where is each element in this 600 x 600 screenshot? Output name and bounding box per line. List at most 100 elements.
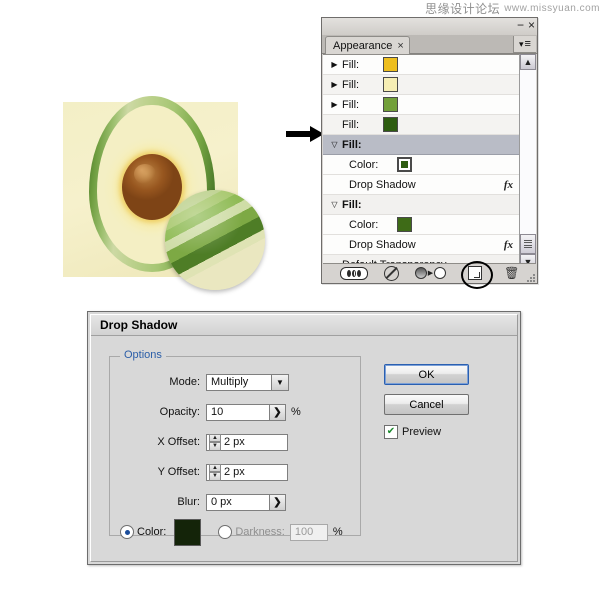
options-group: Options Mode: Multiply ▼ Opacity: 10 ❯ %…	[109, 349, 362, 546]
scroll-up-icon[interactable]: ▲	[520, 54, 536, 70]
fill-color-swatch[interactable]	[383, 97, 398, 112]
pointer-arrow-icon	[286, 126, 326, 142]
appearance-row-drop-shadow-2[interactable]: Drop Shadow fx	[323, 235, 519, 255]
opacity-input[interactable]: 10	[206, 403, 270, 421]
disclosure-triangle-icon[interactable]: ▶	[329, 59, 340, 70]
blur-field-row: Blur: 0 px ❯	[110, 491, 362, 513]
trash-icon[interactable]: 🗑	[504, 266, 519, 280]
opacity-input-group[interactable]: 10 ❯	[206, 403, 286, 421]
resize-grip-icon[interactable]	[527, 274, 535, 282]
disclosure-triangle-icon[interactable]: ▶	[329, 99, 340, 110]
row-label: Color:	[349, 158, 379, 171]
ok-button[interactable]: OK	[384, 364, 469, 385]
x-offset-value: 2 px	[224, 436, 245, 448]
appearance-row-fill-6[interactable]: ▽ Fill:	[323, 195, 519, 215]
panel-tab-row: Appearance × ▾ ≡	[322, 35, 537, 54]
blur-input-group[interactable]: 0 px ❯	[206, 493, 286, 511]
appearance-panel: − × Appearance × ▾ ≡ ▶ Fill: ▶ Fill: ▶ F…	[321, 17, 538, 289]
row-label: Fill:	[342, 98, 360, 111]
appearance-list[interactable]: ▶ Fill: ▶ Fill: ▶ Fill: ▶ Fill:	[323, 54, 519, 271]
darkness-radio[interactable]	[218, 525, 233, 539]
panel-titlebar: − ×	[322, 18, 537, 36]
fill-color-swatch[interactable]	[383, 57, 398, 72]
appearance-row-drop-shadow-1[interactable]: Drop Shadow fx	[323, 175, 519, 195]
fill-color-swatch[interactable]	[383, 77, 398, 92]
mode-label: Mode:	[169, 376, 200, 388]
blur-input[interactable]: 0 px	[206, 493, 270, 511]
preview-checkbox[interactable]: ✔	[384, 425, 398, 439]
y-offset-label: Y Offset:	[157, 466, 200, 478]
stepper-down-icon[interactable]: ▼	[209, 442, 221, 451]
drop-shadow-dialog: Drop Shadow Options Mode: Multiply ▼ Opa…	[87, 311, 521, 565]
panel-scrollbar[interactable]: ▲ ▼	[519, 54, 536, 270]
watermark: 思缘设计论坛 www.missyuan.com	[396, 0, 600, 16]
disclosure-triangle-open-icon[interactable]: ▽	[329, 199, 340, 210]
blur-label: Blur:	[177, 496, 200, 508]
color-radio[interactable]	[120, 525, 134, 539]
tab-close-icon[interactable]: ×	[397, 40, 403, 52]
preview-checkbox-row[interactable]: ✔ Preview	[384, 425, 441, 439]
y-offset-input[interactable]: ▲ ▼ 2 px	[206, 463, 288, 481]
mode-dropdown[interactable]: Multiply ▼	[206, 373, 289, 391]
x-offset-label: X Offset:	[157, 436, 200, 448]
shadow-color-swatch[interactable]	[174, 518, 202, 546]
new-art-maintains-appearance-icon[interactable]	[461, 261, 494, 289]
opacity-label: Opacity:	[159, 406, 200, 418]
clear-appearance-icon[interactable]	[383, 265, 399, 281]
arrow-shaft	[286, 131, 312, 137]
color-swatch[interactable]	[397, 217, 412, 232]
screenshot-root: 思缘设计论坛 www.missyuan.com − × Appearance ×…	[0, 0, 600, 600]
x-offset-input[interactable]: ▲ ▼ 2 px	[206, 433, 288, 451]
appearance-row-fill-3[interactable]: ▶ Fill:	[323, 95, 519, 115]
magnifier-bubble	[165, 190, 265, 290]
row-label: Drop Shadow	[349, 238, 416, 251]
opacity-field-row: Opacity: 10 ❯ %	[110, 401, 362, 423]
darkness-unit: %	[332, 526, 343, 538]
blur-slider-popup-icon[interactable]: ❯	[270, 493, 286, 511]
magnifier-sheen	[165, 190, 265, 290]
fx-icon[interactable]: fx	[504, 239, 513, 251]
y-offset-value: 2 px	[224, 466, 245, 478]
row-label: Drop Shadow	[349, 178, 416, 191]
fill-color-swatch[interactable]	[383, 117, 398, 132]
window-controls: − ×	[517, 18, 535, 32]
appearance-row-fill-1[interactable]: ▶ Fill:	[323, 55, 519, 75]
mode-value[interactable]: Multiply	[206, 373, 272, 391]
watermark-chinese: 思缘设计论坛	[425, 1, 501, 16]
appearance-row-fill-2[interactable]: ▶ Fill:	[323, 75, 519, 95]
avocado-pit-highlight	[134, 164, 156, 184]
opacity-unit: %	[291, 406, 301, 418]
row-label: Fill:	[342, 138, 362, 151]
stepper-up-icon[interactable]: ▲	[209, 463, 221, 472]
appearance-row-color-2[interactable]: Color:	[323, 215, 519, 235]
panel-footer-toolbar: ▶ 🗑	[323, 261, 536, 289]
y-offset-field-row: Y Offset: ▲ ▼ 2 px	[110, 461, 362, 483]
fx-icon[interactable]: fx	[504, 179, 513, 191]
close-icon[interactable]: ×	[528, 19, 535, 31]
disclosure-triangle-icon[interactable]: ▶	[329, 79, 340, 90]
row-label: Color:	[349, 218, 379, 231]
x-offset-stepper[interactable]: ▲ ▼	[209, 433, 221, 451]
appearance-row-color-1[interactable]: Color:	[323, 155, 519, 175]
chevron-down-icon[interactable]: ▼	[272, 373, 289, 391]
reduce-to-basic-appearance-icon[interactable]: ▶	[414, 266, 447, 280]
cancel-button[interactable]: Cancel	[384, 394, 469, 415]
opacity-toggle-icon[interactable]	[339, 266, 368, 280]
tab-appearance[interactable]: Appearance ×	[325, 36, 410, 54]
opacity-slider-popup-icon[interactable]: ❯	[270, 403, 286, 421]
panel-menu-button[interactable]: ▾ ≡	[513, 36, 536, 53]
options-legend: Options	[120, 349, 166, 361]
dialog-title: Drop Shadow	[91, 315, 517, 336]
watermark-english: www.missyuan.com	[504, 2, 600, 14]
scrollbar-thumb[interactable]	[520, 234, 536, 254]
disclosure-triangle-open-icon[interactable]: ▽	[329, 139, 340, 150]
scrollbar-track[interactable]	[520, 70, 536, 254]
minimize-icon[interactable]: −	[517, 19, 524, 31]
color-swatch[interactable]	[397, 157, 412, 172]
stepper-down-icon[interactable]: ▼	[209, 472, 221, 481]
y-offset-stepper[interactable]: ▲ ▼	[209, 463, 221, 481]
appearance-row-fill-5-selected[interactable]: ▽ Fill:	[323, 135, 519, 155]
appearance-row-fill-4[interactable]: ▶ Fill:	[323, 115, 519, 135]
stepper-up-icon[interactable]: ▲	[209, 433, 221, 442]
darkness-input: 100	[289, 523, 328, 541]
